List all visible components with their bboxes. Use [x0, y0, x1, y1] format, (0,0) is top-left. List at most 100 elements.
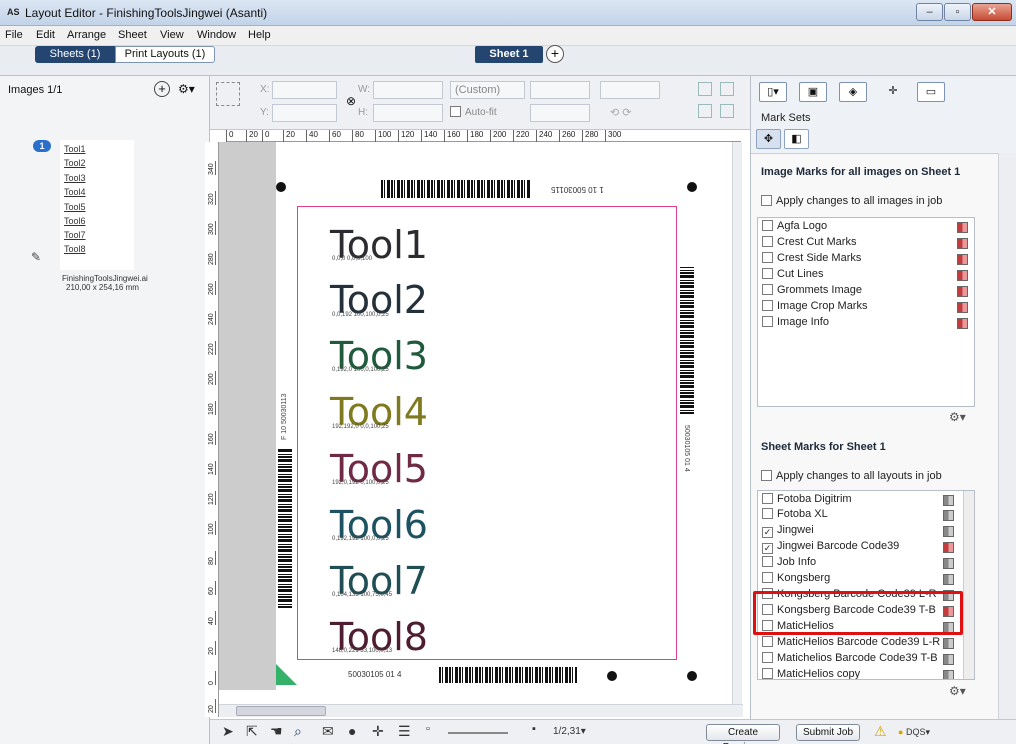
crosshair-icon[interactable]: ✛ — [372, 723, 384, 740]
size-preset-select[interactable]: (Custom) — [450, 81, 525, 99]
sheet-marks-list: Fotoba Digitrim Fotoba XL ✓ Jingwei ✓ Jing… — [757, 490, 975, 680]
barcode-left — [278, 448, 292, 608]
ruler-tick: 20 — [246, 130, 258, 142]
select-arrow-icon[interactable]: ➤ — [222, 723, 234, 740]
gear-icon[interactable]: ⚙▾ — [949, 684, 966, 698]
preview-icon[interactable]: ▭ — [917, 82, 945, 102]
zoom-in-icon[interactable]: ▪ — [532, 723, 536, 735]
canvas-vertical-scrollbar[interactable] — [732, 142, 742, 704]
warning-icon[interactable]: ⚠ — [874, 723, 887, 740]
align-icon[interactable] — [698, 82, 712, 96]
align-icon[interactable] — [720, 82, 734, 96]
w-label: W: — [358, 84, 371, 95]
list-scrollbar[interactable] — [963, 491, 974, 679]
zoom-out-icon[interactable]: ▫ — [426, 723, 430, 735]
menu-arrange[interactable]: Arrange — [67, 29, 106, 41]
zoom-icon[interactable]: ⌕ — [294, 723, 302, 740]
edit-pen-icon[interactable]: ✎ — [31, 250, 41, 264]
gear-icon[interactable]: ⚙▾ — [178, 82, 195, 96]
hand-icon[interactable]: ☚ — [270, 723, 283, 740]
tab-sheets[interactable]: Sheets (1) — [35, 46, 115, 63]
height-field[interactable] — [373, 104, 443, 122]
ruler-tick: 180 — [208, 401, 216, 415]
add-image-icon[interactable]: + — [154, 81, 170, 97]
registration-dot — [687, 182, 697, 192]
tool-values: 0,192,0 100,0,100,25 — [332, 367, 389, 373]
list-item[interactable]: MaticHelios Barcode Code39 L-R — [762, 636, 968, 652]
ruler-tick: 220 — [513, 130, 529, 142]
zoom-slider[interactable] — [448, 732, 508, 734]
list-item[interactable]: Fotoba XL — [762, 508, 968, 524]
crosshair-icon[interactable]: ✛ — [879, 82, 907, 102]
list-item[interactable]: Fotoba Digitrim — [762, 493, 968, 509]
field-a[interactable] — [530, 81, 590, 99]
direct-select-icon[interactable]: ⇱ — [246, 723, 258, 740]
menu-help[interactable]: Help — [248, 29, 271, 41]
mark-sets-label: Mark Sets — [761, 112, 811, 124]
ruler-tick: 0 — [262, 130, 269, 142]
image-icon[interactable]: ▣ — [799, 82, 827, 102]
add-sheet-button[interactable]: + — [546, 45, 564, 63]
menu-sheet[interactable]: Sheet — [118, 29, 147, 41]
gear-icon[interactable]: ⚙▾ — [949, 410, 966, 424]
anchor-grid-icon[interactable] — [216, 82, 240, 106]
list-item[interactable]: ✓ Jingwei — [762, 524, 968, 540]
minimize-button[interactable]: – — [916, 3, 943, 21]
eye-icon[interactable]: ● — [348, 723, 356, 739]
scroll-thumb[interactable] — [236, 706, 326, 716]
list-item[interactable]: Job Info — [762, 556, 968, 572]
submit-job-button[interactable]: Submit Job — [796, 724, 860, 741]
thumb-line: Tool8 — [64, 244, 86, 254]
list-item[interactable]: Crest Side Marks — [762, 252, 968, 268]
zoom-level[interactable]: 1/2,31▾ — [553, 726, 586, 737]
y-field[interactable] — [272, 104, 337, 122]
list-item[interactable]: Agfa Logo — [762, 220, 968, 236]
tab-sheet-1[interactable]: Sheet 1 — [475, 46, 543, 63]
menu-edit[interactable]: Edit — [36, 29, 55, 41]
ruler-tick: 300 — [605, 130, 621, 142]
align-icon[interactable] — [720, 104, 734, 118]
list-item[interactable]: Image Info — [762, 316, 968, 332]
mark-sets-tab-edit[interactable]: ✥ — [756, 129, 781, 149]
rotate-icons[interactable]: ⟲ ⟳ — [610, 106, 632, 119]
autofit-checkbox[interactable]: Auto-fit — [450, 106, 497, 118]
link-icon[interactable]: ⊗ — [346, 94, 356, 108]
mark-sets-tab-page[interactable]: ◧ — [784, 129, 809, 149]
color-icon[interactable]: ◈ — [839, 82, 867, 102]
image-thumbnail[interactable]: Tool1 Tool2 Tool3 Tool4 Tool5 Tool6 Tool… — [60, 140, 134, 270]
dropdown-select[interactable] — [600, 81, 660, 99]
menu-window[interactable]: Window — [197, 29, 236, 41]
ruler-top: 0 20 0 20 40 60 80 100 120 140 160 180 2… — [226, 130, 741, 142]
list-item[interactable]: Cut Lines — [762, 268, 968, 284]
menu-file[interactable]: File — [5, 29, 23, 41]
width-field[interactable] — [373, 81, 443, 99]
apply-layouts-checkbox[interactable]: Apply changes to all layouts in job — [761, 470, 942, 482]
menu-view[interactable]: View — [160, 29, 184, 41]
panel-vertical-scrollbar[interactable] — [998, 153, 1016, 744]
marks-icon[interactable]: ▯▾ — [759, 82, 787, 102]
list-item[interactable]: Matichelios Barcode Code39 T-B — [762, 652, 968, 668]
dqs-menu[interactable]: ● DQS▾ — [898, 727, 930, 738]
sliders-icon[interactable]: ☰ — [398, 723, 411, 740]
list-item[interactable]: Crest Cut Marks — [762, 236, 968, 252]
maximize-button[interactable]: ▫ — [944, 3, 971, 21]
images-panel: Images 1/1 + ⚙▾ 1 Tool1 Tool2 Tool3 Tool… — [0, 76, 210, 744]
align-icon[interactable] — [698, 104, 712, 118]
list-item[interactable]: Kongsberg — [762, 572, 968, 588]
field-b[interactable] — [530, 104, 590, 122]
ruler-tick: 120 — [398, 130, 414, 142]
envelope-icon[interactable]: ✉ — [322, 723, 334, 740]
create-previews-button[interactable]: Create Previews — [706, 724, 780, 744]
close-button[interactable]: ✕ — [972, 3, 1012, 21]
ruler-tick: 140 — [208, 461, 216, 475]
apply-images-checkbox[interactable]: Apply changes to all images in job — [761, 195, 942, 207]
ruler-tick: 20 — [208, 699, 216, 713]
tool-values: 192,0,192 0,100,0,25 — [332, 480, 389, 486]
tab-print-layouts[interactable]: Print Layouts (1) — [115, 46, 215, 63]
list-item[interactable]: MaticHelios copy — [762, 668, 968, 679]
app-logo: AS — [7, 7, 20, 17]
list-item[interactable]: Image Crop Marks — [762, 300, 968, 316]
list-item[interactable]: Grommets Image — [762, 284, 968, 300]
x-field[interactable] — [272, 81, 337, 99]
list-item[interactable]: ✓ Jingwei Barcode Code39 — [762, 540, 968, 556]
